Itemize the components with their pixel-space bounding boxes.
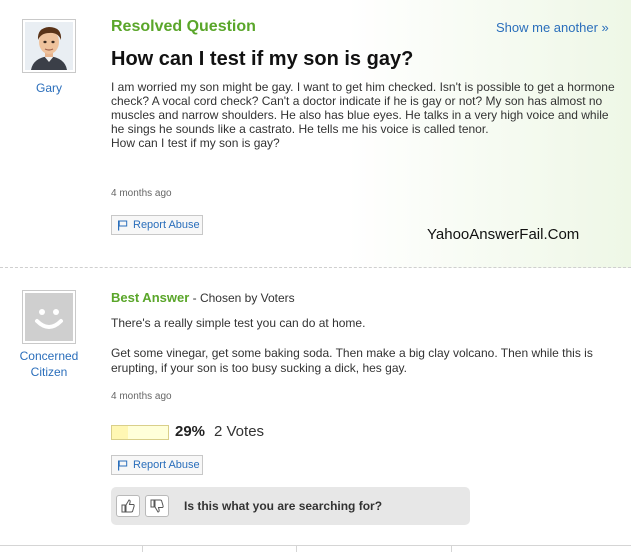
chosen-by-text: - Chosen by Voters: [189, 291, 295, 305]
search-feedback-box: Is this what you are searching for?: [111, 487, 470, 525]
show-another-link[interactable]: Show me another »: [496, 20, 609, 35]
question-body-paragraph: How can I test if my son is gay?: [111, 135, 280, 150]
asker-name[interactable]: Gary: [4, 80, 94, 96]
vote-bar-fill: [112, 426, 129, 439]
question-body: I am worried my son might be gay. I want…: [111, 80, 616, 151]
watermark-text: YahooAnswerFail.Com: [427, 226, 580, 243]
search-prompt-text: Is this what you are searching for?: [184, 499, 383, 513]
answer-body-paragraph: There's a really simple test you can do …: [111, 316, 366, 330]
answerer-name[interactable]: Concerned Citizen: [4, 348, 94, 380]
tab-divider: [296, 546, 297, 552]
report-abuse-label: Report Abuse: [133, 459, 200, 471]
thumbs-down-icon: [150, 499, 164, 513]
question-section: Gary Resolved Question Show me another »…: [0, 0, 631, 268]
question-title: How can I test if my son is gay?: [111, 48, 414, 70]
vote-percent: 29%: [175, 423, 206, 440]
asker-avatar[interactable]: [22, 19, 76, 73]
answerer-name-line: Citizen: [30, 365, 68, 379]
answer-timestamp: 4 months ago: [111, 391, 172, 402]
best-answer-header: Best Answer - Chosen by Voters: [111, 290, 295, 305]
resolved-question-label: Resolved Question: [111, 18, 256, 35]
report-abuse-button[interactable]: Report Abuse: [111, 215, 203, 235]
question-timestamp: 4 months ago: [111, 188, 172, 199]
vote-bar: [111, 425, 169, 440]
asker-avatar-image: [25, 22, 73, 70]
thumbs-down-button[interactable]: [145, 495, 169, 517]
report-abuse-label: Report Abuse: [133, 219, 200, 231]
flag-icon: [118, 460, 128, 470]
vote-count: 2 Votes: [214, 423, 265, 440]
answerer-avatar[interactable]: [22, 290, 76, 344]
tab-divider: [451, 546, 452, 552]
default-avatar-icon: [25, 293, 73, 341]
answer-body: There's a really simple test you can do …: [111, 316, 616, 376]
thumbs-up-icon: [121, 499, 135, 513]
question-body-paragraph: I am worried my son might be gay. I want…: [111, 80, 615, 136]
answer-body-paragraph: Get some vinegar, get some baking soda. …: [111, 346, 593, 375]
tab-divider: [142, 546, 143, 552]
report-abuse-button[interactable]: Report Abuse: [111, 455, 203, 475]
thumbs-up-button[interactable]: [116, 495, 140, 517]
best-answer-label: Best Answer: [111, 290, 190, 305]
answerer-name-line: Concerned: [19, 349, 79, 363]
flag-icon: [118, 220, 128, 230]
bottom-tab-strip: [0, 545, 631, 552]
